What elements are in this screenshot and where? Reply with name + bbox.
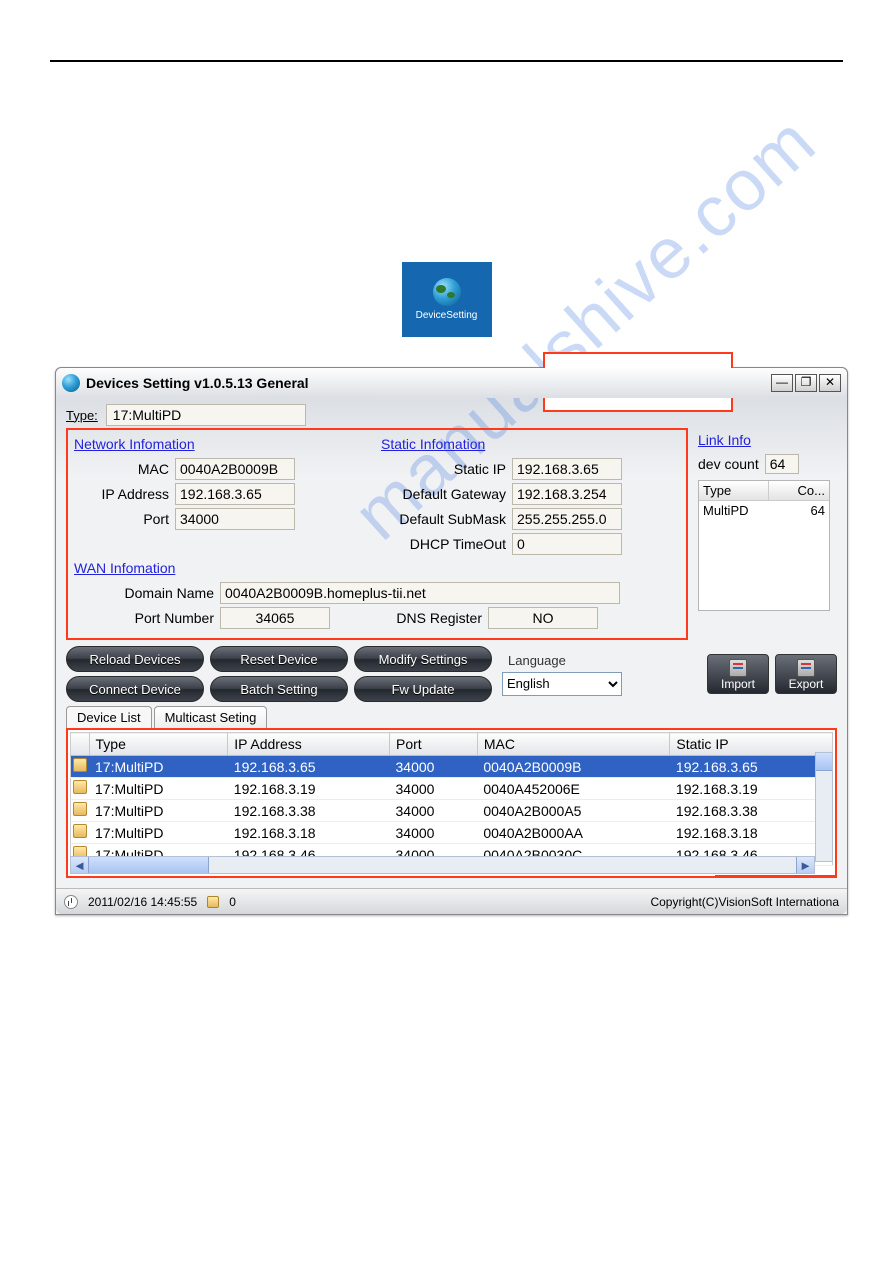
gateway-label: Default Gateway [381,486,506,502]
dns-label: DNS Register [372,610,482,626]
reset-device-button[interactable]: Reset Device [210,646,348,672]
language-select[interactable]: English [502,672,622,696]
import-icon [729,659,747,677]
device-icon [73,824,87,838]
mini-col-count: Co... [769,481,829,500]
mini-row-type: MultiPD [699,501,769,520]
static-ip-value: 192.168.3.65 [512,458,622,480]
device-icon [73,780,87,794]
titlebar[interactable]: Devices Setting v1.0.5.13 General — ❐ ✕ [56,368,847,398]
language-label: Language [508,653,626,668]
connect-device-button[interactable]: Connect Device [66,676,204,702]
device-icon [73,758,87,772]
link-info-title: Link Info [698,432,837,448]
wan-info-title: WAN Infomation [74,560,680,576]
col-ip[interactable]: IP Address [228,733,390,756]
domain-label: Domain Name [74,585,214,601]
info-red-box: Network Infomation MAC 0040A2B0009B IP Ad… [66,428,688,640]
port-value: 34000 [175,508,295,530]
page-divider [50,60,843,62]
network-info-title: Network Infomation [74,436,373,452]
devcount-value: 64 [765,454,799,474]
export-icon [797,659,815,677]
close-button[interactable]: ✕ [819,374,841,392]
scroll-right-icon[interactable]: ► [796,857,814,873]
tab-device-list[interactable]: Device List [66,706,152,728]
batch-setting-button[interactable]: Batch Setting [210,676,348,702]
submask-value: 255.255.255.0 [512,508,622,530]
import-button[interactable]: Import [707,654,769,694]
export-button[interactable]: Export [775,654,837,694]
device-list-table[interactable]: Type IP Address Port MAC Static IP 17:Mu… [70,732,833,866]
gateway-value: 192.168.3.254 [512,483,622,505]
dhcp-label: DHCP TimeOut [381,536,506,552]
table-row[interactable]: 17:MultiPD192.168.3.19340000040A452006E1… [71,778,833,800]
devcount-label: dev count [698,456,759,472]
link-info-panel: Link Info dev count 64 Type Co... MultiP [692,428,837,640]
portnum-value: 34065 [220,607,330,629]
link-mini-table[interactable]: Type Co... MultiPD 64 [698,480,830,611]
maximize-button[interactable]: ❐ [795,374,817,392]
status-copyright: Copyright(C)VisionSoft Internationa [650,895,839,909]
col-type[interactable]: Type [89,733,228,756]
status-lock-count: 0 [229,895,236,909]
device-icon [73,802,87,816]
static-ip-label: Static IP [381,461,506,477]
lock-icon [207,896,219,908]
port-label: Port [74,511,169,527]
static-info-title: Static Infomation [381,436,680,452]
desktop-icon-device-setting[interactable]: DeviceSetting [402,262,492,337]
ip-label: IP Address [74,486,169,502]
domain-value: 0040A2B0009B.homeplus-tii.net [220,582,620,604]
clock-icon [64,895,78,909]
table-row[interactable]: 17:MultiPD192.168.3.65340000040A2B0009B1… [71,756,833,778]
col-static-ip[interactable]: Static IP [670,733,833,756]
table-row[interactable]: 17:MultiPD192.168.3.38340000040A2B000A51… [71,800,833,822]
dhcp-value: 0 [512,533,622,555]
statusbar: 2011/02/16 14:45:55 0 Copyright(C)Vision… [56,888,847,914]
mac-value: 0040A2B0009B [175,458,295,480]
fw-update-button[interactable]: Fw Update [354,676,492,702]
vertical-scrollbar[interactable] [815,752,833,862]
submask-label: Default SubMask [381,511,506,527]
status-time: 2011/02/16 14:45:55 [88,895,197,909]
app-window: Devices Setting v1.0.5.13 General — ❐ ✕ … [55,367,848,915]
modify-settings-button[interactable]: Modify Settings [354,646,492,672]
col-port[interactable]: Port [390,733,478,756]
horizontal-scrollbar[interactable]: ◄ ► [70,856,815,874]
annotation-callout-bottom [715,875,837,878]
mini-col-type: Type [699,481,769,500]
mac-label: MAC [74,461,169,477]
type-value: 17:MultiPD [106,404,306,426]
app-globe-icon [62,374,80,392]
globe-icon [433,278,461,306]
col-mac[interactable]: MAC [477,733,670,756]
tab-multicast[interactable]: Multicast Seting [154,706,268,728]
table-row[interactable]: 17:MultiPD192.168.3.18340000040A2B000AA1… [71,822,833,844]
desktop-icon-label: DeviceSetting [416,310,478,321]
ip-value: 192.168.3.65 [175,483,295,505]
mini-row-count: 64 [769,501,829,520]
type-label: Type: [66,408,98,423]
minimize-button[interactable]: — [771,374,793,392]
reload-devices-button[interactable]: Reload Devices [66,646,204,672]
dns-value: NO [488,607,598,629]
device-list-box: Type IP Address Port MAC Static IP 17:Mu… [66,728,837,878]
portnum-label: Port Number [74,610,214,626]
scroll-left-icon[interactable]: ◄ [71,857,89,873]
window-title: Devices Setting v1.0.5.13 General [86,375,309,391]
